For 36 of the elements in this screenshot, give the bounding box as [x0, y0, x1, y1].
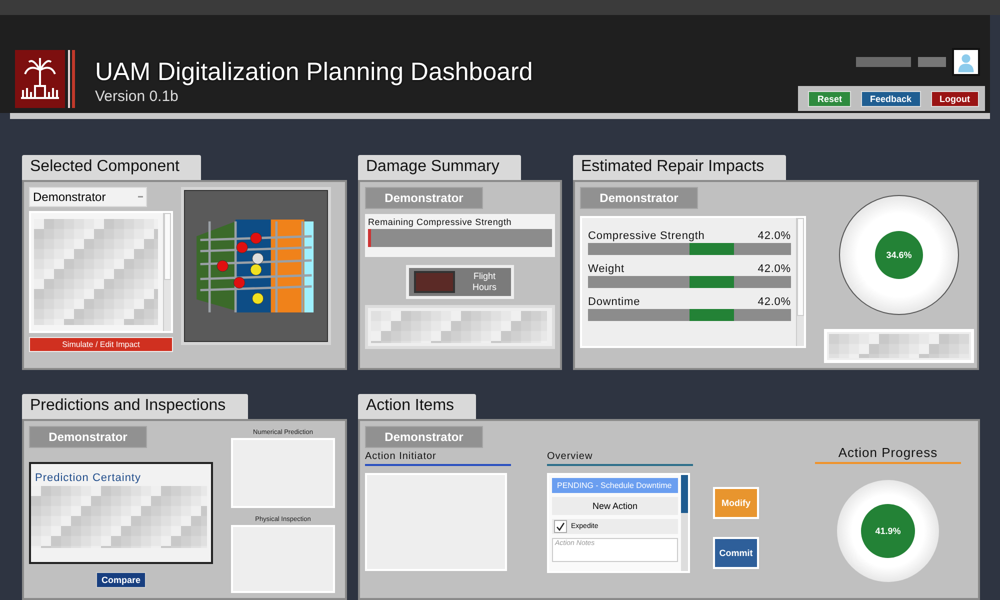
column-heading: Action Initiator	[365, 451, 511, 466]
scrollbar[interactable]	[796, 218, 804, 346]
expedite-checkbox[interactable]	[554, 520, 567, 533]
component-label: Demonstrator	[365, 426, 483, 448]
new-action-button[interactable]: New Action	[552, 497, 678, 515]
component-label: Demonstrator	[580, 187, 698, 209]
dashboard-title: UAM Digitalization Planning Dashboard	[95, 58, 533, 86]
scrollbar[interactable]	[681, 475, 688, 571]
action-button[interactable]: Commit	[713, 537, 759, 569]
metric-label: Remaining Compressive Strength	[368, 217, 513, 227]
gauge-value: 34.6%	[875, 231, 923, 279]
flight-hours-label: Flight Hours	[472, 271, 498, 293]
component-dropdown[interactable]: Demonstrator	[29, 187, 147, 207]
component-label: Demonstrator	[29, 426, 147, 448]
impact-value: 42.0%	[758, 230, 791, 242]
component-label: Demonstrator	[365, 187, 483, 209]
header-button[interactable]: Feedback	[860, 91, 920, 107]
avatar-icon[interactable]	[952, 48, 980, 76]
impact-label: Downtime	[588, 296, 640, 308]
certainty-heading: Prediction Certainty	[34, 471, 142, 486]
header-button[interactable]: Logout	[930, 91, 979, 107]
progress-heading: Action Progress	[815, 445, 961, 464]
caret-icon	[138, 196, 143, 198]
impact-label: Weight	[588, 263, 624, 275]
progress-value: 41.9%	[861, 504, 915, 558]
compare-button[interactable]: Compare	[96, 572, 146, 588]
impact-label: Compressive Strength	[588, 230, 705, 242]
logo-icon	[15, 50, 77, 108]
column-heading: Overview	[547, 451, 693, 466]
impact-value: 42.0%	[758, 263, 791, 275]
scrollbar[interactable]	[163, 213, 171, 331]
hours-display	[414, 271, 456, 293]
simulate-button[interactable]: Simulate / Edit Impact	[29, 337, 173, 352]
version-label: Version 0.1b	[95, 88, 180, 105]
impact-value: 42.0%	[758, 296, 791, 308]
header-button[interactable]: Reset	[808, 91, 851, 107]
